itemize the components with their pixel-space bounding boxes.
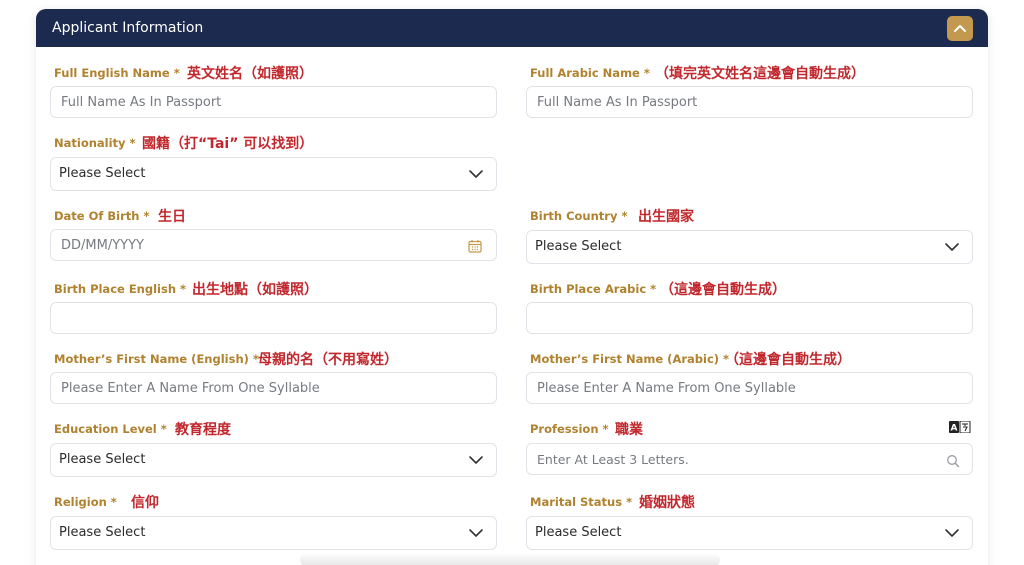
religion-label: Religion * (54, 495, 117, 509)
mother-first-name-english-input[interactable]: Please Enter A Name From One Syllable (50, 372, 497, 404)
profession-note: 職業 (615, 422, 643, 438)
chevron-down-icon (469, 529, 483, 537)
birth-country-note: 出生國家 (638, 209, 694, 225)
date-of-birth-input[interactable]: DD/MM/YYYY (50, 229, 497, 261)
birth-country-value: Please Select (535, 239, 622, 254)
translate-icon[interactable]: A (949, 421, 971, 433)
nationality-label: Nationality * (54, 136, 136, 150)
search-icon (947, 455, 960, 468)
mother-first-name-arabic-label: Mother’s First Name (Arabic) * (530, 352, 730, 366)
nationality-select[interactable]: Please Select (50, 157, 497, 191)
education-level-note: 教育程度 (175, 422, 231, 438)
mother-first-name-arabic-input[interactable]: Please Enter A Name From One Syllable (526, 372, 973, 404)
birth-place-arabic-note: （這邊會自動生成） (660, 282, 786, 298)
profession-placeholder: Enter At Least 3 Letters. (537, 452, 689, 467)
full-english-name-note: 英文姓名（如護照） (187, 66, 313, 82)
marital-status-select[interactable]: Please Select (526, 516, 973, 550)
birth-country-label: Birth Country * (530, 209, 628, 223)
date-of-birth-note: 生日 (158, 209, 186, 225)
card-header: Applicant Information (36, 9, 988, 47)
mother-first-name-arabic-note: （這邊會自動生成） (725, 352, 851, 368)
full-arabic-name-note: （填完英文姓名這邊會自動生成） (655, 66, 865, 82)
date-of-birth-placeholder: DD/MM/YYYY (61, 238, 144, 253)
profession-input[interactable]: Enter At Least 3 Letters. (526, 443, 973, 475)
marital-status-label: Marital Status * (530, 495, 633, 509)
chevron-down-icon (945, 243, 959, 251)
religion-select[interactable]: Please Select (50, 516, 497, 550)
marital-status-note: 婚姻狀態 (639, 495, 695, 511)
education-level-label: Education Level * (54, 422, 167, 436)
education-level-select[interactable]: Please Select (50, 443, 497, 477)
full-english-name-input[interactable]: Full Name As In Passport (50, 86, 497, 118)
mother-first-name-english-label: Mother’s First Name (English) * (54, 352, 259, 366)
card-title: Applicant Information (52, 20, 204, 36)
full-arabic-name-label: Full Arabic Name * (530, 66, 650, 80)
birth-place-english-label: Birth Place English * (54, 282, 187, 296)
full-english-name-label: Full English Name * (54, 66, 180, 80)
religion-value: Please Select (59, 525, 146, 540)
bottom-shadow (300, 553, 720, 565)
education-level-value: Please Select (59, 452, 146, 467)
mother-first-name-english-note: 母親的名（不用寫姓） (258, 352, 398, 368)
calendar-icon[interactable] (468, 239, 482, 253)
birth-place-english-note: 出生地點（如護照） (192, 282, 318, 298)
chevron-down-icon (945, 529, 959, 537)
mother-first-name-arabic-placeholder: Please Enter A Name From One Syllable (537, 381, 796, 396)
collapse-button[interactable] (947, 16, 973, 41)
birth-place-arabic-label: Birth Place Arabic * (530, 282, 657, 296)
full-arabic-name-input[interactable]: Full Name As In Passport (526, 86, 973, 118)
date-of-birth-label: Date Of Birth * (54, 209, 150, 223)
full-english-name-placeholder: Full Name As In Passport (61, 95, 222, 110)
chevron-up-icon (954, 25, 966, 32)
chevron-down-icon (469, 170, 483, 178)
birth-place-arabic-input[interactable] (526, 302, 973, 334)
mother-first-name-english-placeholder: Please Enter A Name From One Syllable (61, 381, 320, 396)
nationality-note: 國籍（打“Tai” 可以找到） (142, 136, 314, 152)
full-arabic-name-placeholder: Full Name As In Passport (537, 95, 698, 110)
religion-note: 信仰 (131, 495, 159, 511)
marital-status-value: Please Select (535, 525, 622, 540)
birth-country-select[interactable]: Please Select (526, 230, 973, 264)
profession-label: Profession * (530, 422, 609, 436)
nationality-value: Please Select (59, 166, 146, 181)
birth-place-english-input[interactable] (50, 302, 497, 334)
chevron-down-icon (469, 456, 483, 464)
svg-text:A: A (951, 424, 958, 434)
